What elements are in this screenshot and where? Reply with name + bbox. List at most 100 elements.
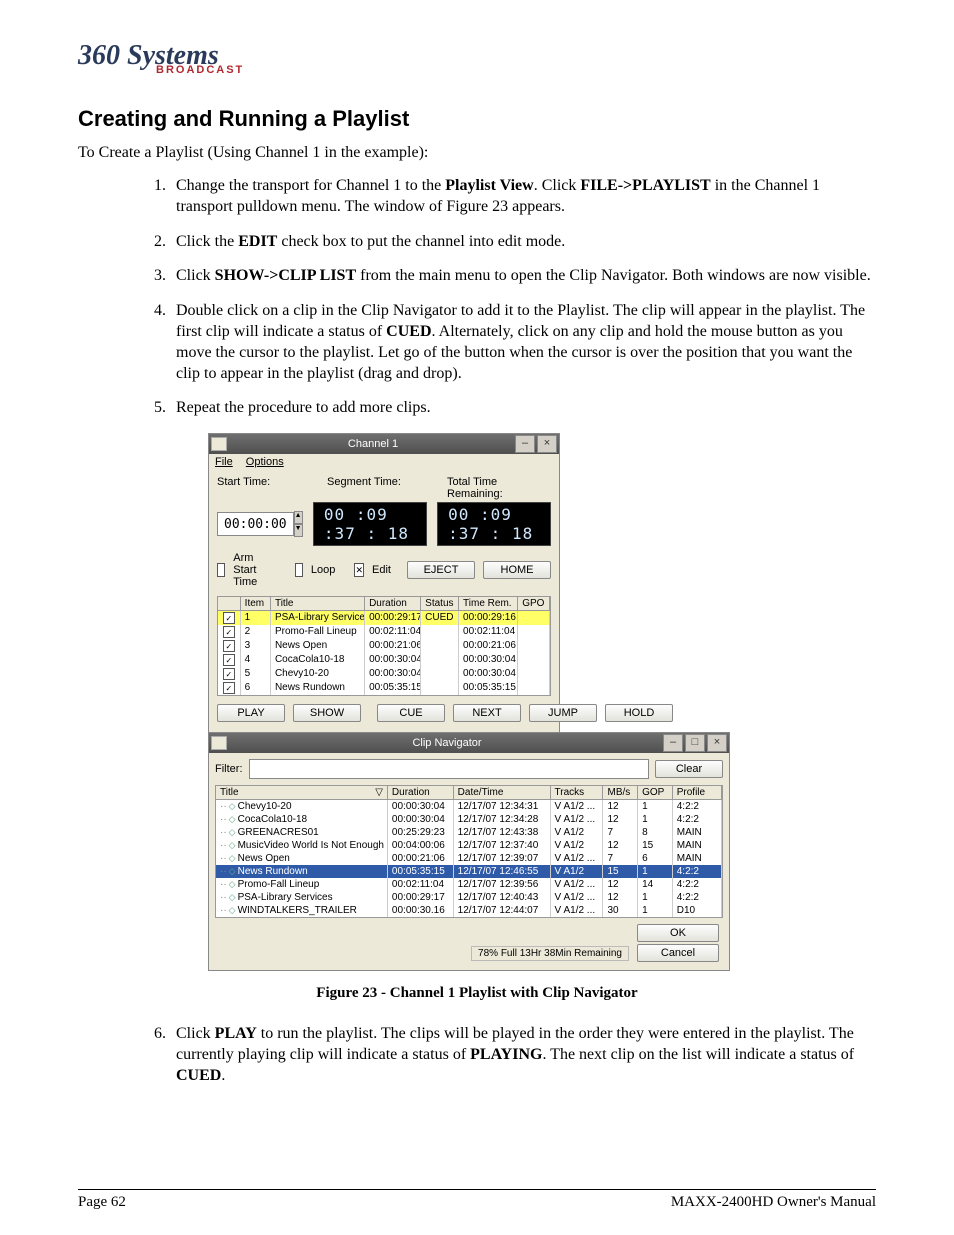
col-duration[interactable]: Duration bbox=[365, 597, 421, 610]
playlist-table: Item Title Duration Status Time Rem. GPO… bbox=[217, 596, 551, 696]
row-checkbox[interactable] bbox=[223, 682, 235, 694]
row-checkbox[interactable] bbox=[223, 626, 235, 638]
segment-time-display: 00 :09 :37 : 18 bbox=[313, 502, 427, 546]
col-duration[interactable]: Duration bbox=[388, 786, 454, 799]
col-title[interactable]: Title ▽ bbox=[216, 786, 388, 799]
clipnav-titlebar[interactable]: Clip Navigator – □ × bbox=[209, 733, 729, 753]
t: . bbox=[221, 1067, 225, 1084]
cell-time-rem: 00:05:35:15 bbox=[459, 681, 518, 695]
t: SHOW->CLIP LIST bbox=[215, 267, 356, 284]
arm-start-checkbox[interactable] bbox=[217, 563, 225, 577]
clipnav-row[interactable]: ··◇Promo-Fall Lineup00:02:11:0412/17/07 … bbox=[216, 878, 722, 891]
playlist-row[interactable]: 1PSA-Library Services00:00:29:17CUED00:0… bbox=[218, 611, 550, 625]
next-button[interactable]: NEXT bbox=[453, 704, 521, 722]
row-checkbox[interactable] bbox=[223, 640, 235, 652]
cell-datetime: 12/17/07 12:34:28 bbox=[454, 813, 551, 826]
cell-gpo bbox=[518, 667, 550, 681]
menu-options[interactable]: Options bbox=[246, 456, 284, 468]
cell-tracks: V A1/2 bbox=[551, 826, 604, 839]
cell-gop: 8 bbox=[638, 826, 673, 839]
step-3: Click SHOW->CLIP LIST from the main menu… bbox=[170, 266, 876, 287]
edit-checkbox[interactable] bbox=[354, 563, 364, 577]
channel-titlebar[interactable]: Channel 1 – × bbox=[209, 434, 559, 454]
cell-gpo bbox=[518, 653, 550, 667]
start-time-input[interactable]: 00:00:00 bbox=[217, 512, 294, 536]
col-datetime[interactable]: Date/Time bbox=[454, 786, 551, 799]
cell-datetime: 12/17/07 12:43:38 bbox=[454, 826, 551, 839]
hold-button[interactable]: HOLD bbox=[605, 704, 673, 722]
col-title[interactable]: Title bbox=[271, 597, 365, 610]
t: from the main menu to open the Clip Navi… bbox=[356, 267, 871, 284]
step-list: Change the transport for Channel 1 to th… bbox=[170, 176, 876, 419]
loop-checkbox[interactable] bbox=[295, 563, 303, 577]
cell-title: ··◇News Rundown bbox=[216, 865, 388, 878]
ok-button[interactable]: OK bbox=[637, 924, 719, 942]
cancel-button[interactable]: Cancel bbox=[637, 944, 719, 962]
cell-tracks: V A1/2 ... bbox=[551, 878, 604, 891]
clipnav-row[interactable]: ··◇CocaCola10-1800:00:30:0412/17/07 12:3… bbox=[216, 813, 722, 826]
row-checkbox[interactable] bbox=[223, 654, 235, 666]
clear-button[interactable]: Clear bbox=[655, 760, 723, 778]
cell-duration: 00:25:29:23 bbox=[388, 826, 454, 839]
jump-button[interactable]: JUMP bbox=[529, 704, 597, 722]
clipnav-row[interactable]: ··◇News Open00:00:21:0612/17/07 12:39:07… bbox=[216, 852, 722, 865]
playlist-row[interactable]: 5Chevy10-2000:00:30:0400:00:30:04 bbox=[218, 667, 550, 681]
cell-profile: MAIN bbox=[673, 852, 722, 865]
cell-gop: 1 bbox=[638, 891, 673, 904]
menu-file[interactable]: File bbox=[215, 456, 233, 468]
maximize-button[interactable]: □ bbox=[685, 734, 705, 752]
playlist-row[interactable]: 2Promo-Fall Lineup00:02:11:0400:02:11:04 bbox=[218, 625, 550, 639]
close-button[interactable]: × bbox=[537, 435, 557, 453]
clipnav-row[interactable]: ··◇Chevy10-2000:00:30:0412/17/07 12:34:3… bbox=[216, 800, 722, 813]
clipnav-row[interactable]: ··◇WINDTALKERS_TRAILER00:00:30.1612/17/0… bbox=[216, 904, 722, 917]
playlist-row[interactable]: 3News Open00:00:21:0600:00:21:06 bbox=[218, 639, 550, 653]
col-item[interactable]: Item bbox=[241, 597, 271, 610]
cell-duration: 00:04:00:06 bbox=[388, 839, 454, 852]
t: Click bbox=[176, 1025, 215, 1042]
cell-mbs: 12 bbox=[603, 800, 638, 813]
play-button[interactable]: PLAY bbox=[217, 704, 285, 722]
cell-duration: 00:00:30.16 bbox=[388, 904, 454, 917]
clipnav-row[interactable]: ··◇MusicVideo World Is Not Enough00:04:0… bbox=[216, 839, 722, 852]
col-gop[interactable]: GOP bbox=[638, 786, 673, 799]
step-list-cont: Click PLAY to run the playlist. The clip… bbox=[170, 1024, 876, 1086]
start-time-spinner[interactable]: ▲▼ bbox=[294, 511, 303, 537]
col-gpo[interactable]: GPO bbox=[518, 597, 550, 610]
playlist-row[interactable]: 6News Rundown00:05:35:1500:05:35:15 bbox=[218, 681, 550, 695]
playlist-row[interactable]: 4CocaCola10-1800:00:30:0400:00:30:04 bbox=[218, 653, 550, 667]
cell-tracks: V A1/2 ... bbox=[551, 800, 604, 813]
row-checkbox[interactable] bbox=[223, 612, 235, 624]
cell-profile: MAIN bbox=[673, 826, 722, 839]
cell-datetime: 12/17/07 12:39:56 bbox=[454, 878, 551, 891]
clip-icon: ◇ bbox=[229, 814, 236, 824]
cell-time-rem: 00:02:11:04 bbox=[459, 625, 518, 639]
show-button[interactable]: SHOW bbox=[293, 704, 361, 722]
close-button[interactable]: × bbox=[707, 734, 727, 752]
row-checkbox[interactable] bbox=[223, 668, 235, 680]
clipnav-row[interactable]: ··◇PSA-Library Services00:00:29:1712/17/… bbox=[216, 891, 722, 904]
home-button[interactable]: HOME bbox=[483, 561, 551, 579]
minimize-button[interactable]: – bbox=[663, 734, 683, 752]
col-tracks[interactable]: Tracks bbox=[551, 786, 604, 799]
clipnav-row[interactable]: ··◇GREENACRES0100:25:29:2312/17/07 12:43… bbox=[216, 826, 722, 839]
cue-button[interactable]: CUE bbox=[377, 704, 445, 722]
cell-duration: 00:00:29:17 bbox=[388, 891, 454, 904]
cell-status: CUED bbox=[421, 611, 459, 625]
clip-icon: ◇ bbox=[229, 827, 236, 837]
col-profile[interactable]: Profile bbox=[673, 786, 722, 799]
clipnav-row[interactable]: ··◇News Rundown00:05:35:1512/17/07 12:46… bbox=[216, 865, 722, 878]
col-mbs[interactable]: MB/s bbox=[603, 786, 638, 799]
t: CUED bbox=[386, 323, 431, 340]
col-status[interactable]: Status bbox=[421, 597, 459, 610]
minimize-button[interactable]: – bbox=[515, 435, 535, 453]
eject-button[interactable]: EJECT bbox=[407, 561, 475, 579]
playlist-header: Item Title Duration Status Time Rem. GPO bbox=[218, 597, 550, 611]
channel-window: Channel 1 – × File Options Start Time: S… bbox=[208, 433, 560, 733]
cell-title: ··◇Chevy10-20 bbox=[216, 800, 388, 813]
label-total-remaining: Total Time Remaining: bbox=[447, 476, 551, 500]
brand-sub: BROADCAST bbox=[156, 64, 876, 76]
filter-label: Filter: bbox=[215, 763, 243, 775]
col-time-rem[interactable]: Time Rem. bbox=[459, 597, 518, 610]
cell-datetime: 12/17/07 12:40:43 bbox=[454, 891, 551, 904]
filter-input[interactable] bbox=[249, 759, 650, 779]
